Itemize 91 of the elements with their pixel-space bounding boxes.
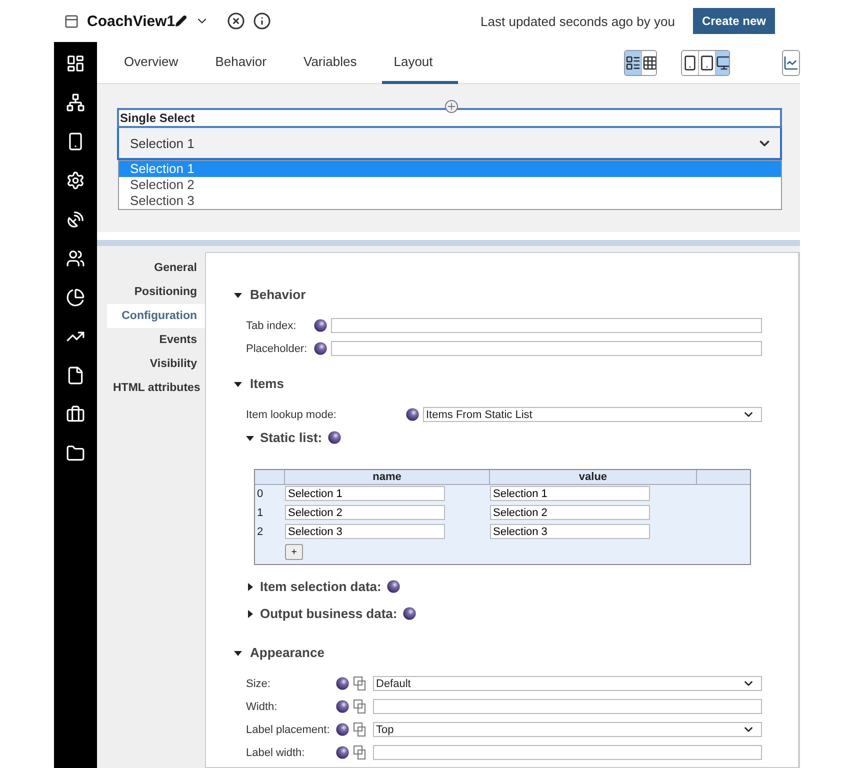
form-view-icon xyxy=(624,54,641,70)
pie-chart-icon[interactable] xyxy=(66,288,85,307)
edit-icon[interactable] xyxy=(175,15,188,27)
toolbox-icon[interactable] xyxy=(66,405,85,424)
property-binding-icon[interactable] xyxy=(328,431,342,444)
property-binding-icon[interactable] xyxy=(314,342,327,355)
field-label: Item lookup mode: xyxy=(246,408,338,420)
property-binding-icon[interactable] xyxy=(336,700,349,713)
line-chart-icon xyxy=(783,54,800,70)
property-nav-item[interactable]: General xyxy=(107,256,205,280)
property-binding-icon[interactable] xyxy=(336,723,349,736)
row-index: 0 xyxy=(256,487,264,502)
grid-view-icon xyxy=(642,54,656,70)
collapse-triangle-icon[interactable] xyxy=(234,648,242,656)
column-header: name xyxy=(285,470,490,485)
section-header[interactable]: Items xyxy=(234,376,762,391)
desktop-icon xyxy=(716,54,730,70)
property-binding-icon[interactable] xyxy=(403,607,416,620)
coach-view-icon xyxy=(64,14,79,28)
subsection-header[interactable]: Static list: xyxy=(246,430,762,445)
single-select-field[interactable]: Selection 1 xyxy=(117,128,782,160)
tab[interactable]: Overview xyxy=(112,42,204,84)
property-nav-item[interactable]: Events xyxy=(107,328,205,352)
settings-icon[interactable] xyxy=(66,171,85,190)
device-toggle[interactable] xyxy=(716,50,730,74)
phone-icon[interactable] xyxy=(66,132,85,151)
property-nav-item[interactable]: Positioning xyxy=(107,280,205,304)
property-nav-item[interactable]: Configuration xyxy=(107,304,205,328)
property-nav-item[interactable]: HTML attributes xyxy=(107,376,205,400)
device-toggle[interactable] xyxy=(699,50,716,74)
property-nav-item[interactable]: Visibility xyxy=(107,352,205,376)
device-toggle[interactable] xyxy=(682,50,700,74)
subsection-header[interactable]: Item selection data: xyxy=(246,579,762,594)
info-icon[interactable] xyxy=(253,12,272,30)
name-input[interactable]: Selection 1 xyxy=(285,486,445,501)
subsection-header[interactable]: Output business data: xyxy=(246,606,762,621)
field-label: Label width: xyxy=(246,746,306,758)
add-row-button[interactable]: + xyxy=(285,544,303,560)
expand-triangle-icon[interactable] xyxy=(246,582,254,590)
value-input[interactable]: Selection 1 xyxy=(490,486,650,501)
input-field[interactable] xyxy=(331,341,762,356)
section-header[interactable]: Appearance xyxy=(234,645,762,660)
row-index: 1 xyxy=(256,506,264,521)
collapse-triangle-icon[interactable] xyxy=(234,380,242,388)
name-input[interactable]: Selection 3 xyxy=(285,524,445,539)
folder-icon[interactable] xyxy=(66,444,85,463)
field-label: Tab index: xyxy=(246,320,298,332)
field-label: Label placement: xyxy=(246,724,331,736)
dashboard-icon[interactable] xyxy=(66,54,85,73)
tab[interactable]: Variables xyxy=(292,42,382,84)
preview-button[interactable] xyxy=(783,50,800,74)
field-label: Size: xyxy=(246,678,272,690)
collapse-triangle-icon[interactable] xyxy=(246,434,254,442)
property-binding-icon[interactable] xyxy=(314,319,327,332)
section-header[interactable]: Behavior xyxy=(234,287,762,302)
add-icon[interactable] xyxy=(445,100,458,113)
close-icon[interactable] xyxy=(227,12,246,30)
input-field[interactable] xyxy=(373,699,762,714)
tablet-icon xyxy=(699,54,716,70)
create-new-button[interactable]: Create new xyxy=(692,8,775,34)
dropdown-option[interactable]: Selection 3 xyxy=(119,193,781,209)
select-field[interactable]: Top xyxy=(373,722,762,737)
name-input[interactable]: Selection 2 xyxy=(285,505,445,520)
widget-label: Single Select xyxy=(117,108,782,128)
satellite-dish-icon[interactable] xyxy=(66,210,85,229)
expand-triangle-icon[interactable] xyxy=(246,610,254,618)
input-field[interactable] xyxy=(331,318,762,333)
tab[interactable]: Behavior xyxy=(203,42,292,84)
field-label: Placeholder: xyxy=(246,342,308,354)
value-input[interactable]: Selection 2 xyxy=(490,505,650,520)
input-field[interactable] xyxy=(373,745,762,760)
dropdown-option[interactable]: Selection 2 xyxy=(119,177,781,193)
row-index: 2 xyxy=(256,525,264,540)
property-binding-icon[interactable] xyxy=(406,408,419,421)
column-header: value xyxy=(490,470,697,485)
field-label: Width: xyxy=(246,700,278,712)
select-field[interactable]: Items From Static List xyxy=(423,407,762,422)
value-input[interactable]: Selection 3 xyxy=(490,524,650,539)
select-field[interactable]: Default xyxy=(373,676,762,691)
property-binding-icon[interactable] xyxy=(336,746,349,759)
property-binding-icon[interactable] xyxy=(336,677,349,690)
phone-icon xyxy=(682,54,698,70)
property-binding-icon[interactable] xyxy=(387,580,400,593)
view-toggle[interactable] xyxy=(642,50,656,74)
view-title: CoachView1 xyxy=(87,12,176,30)
collapse-triangle-icon[interactable] xyxy=(234,290,242,298)
users-icon[interactable] xyxy=(66,249,85,268)
document-icon[interactable] xyxy=(66,366,85,385)
network-icon[interactable] xyxy=(66,93,85,112)
status-text: Last updated seconds ago by you xyxy=(480,14,675,28)
view-toggle[interactable] xyxy=(624,50,642,74)
